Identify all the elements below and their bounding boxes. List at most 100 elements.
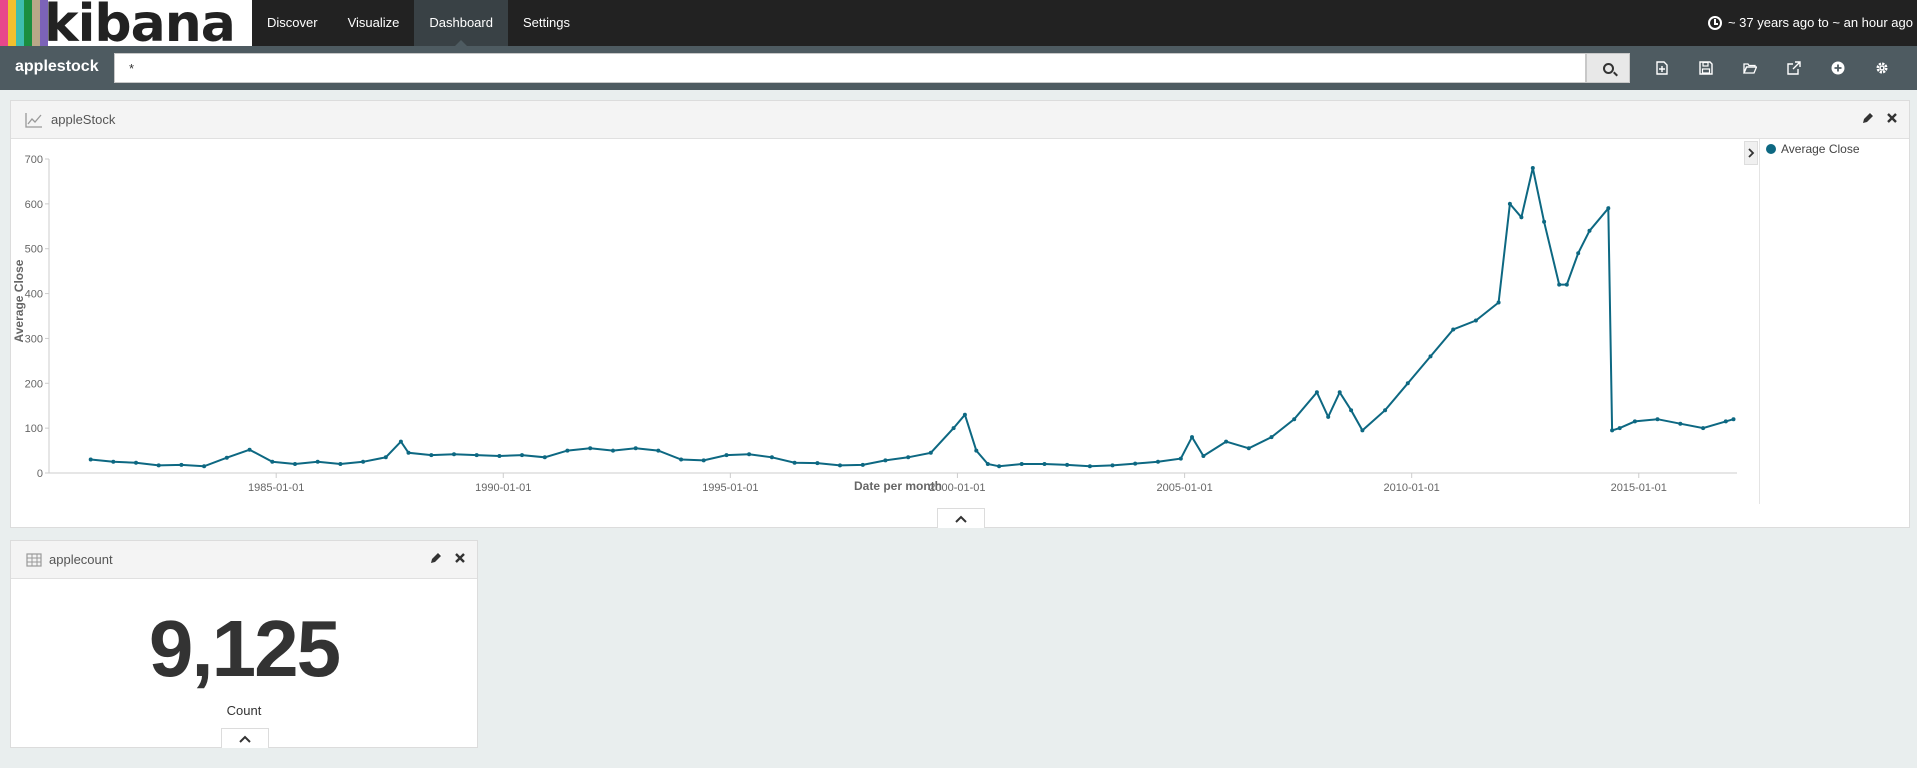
data-point [1701, 426, 1706, 431]
data-point [361, 459, 366, 464]
nav-dashboard[interactable]: Dashboard [414, 0, 508, 46]
x-axis: 1985-01-01 1990-01-01 1995-01-01 2000-01-01… [248, 473, 1667, 494]
data-point [1655, 417, 1660, 422]
data-point [1383, 408, 1388, 413]
open-dashboard-button[interactable] [1728, 53, 1772, 83]
data-point [1678, 421, 1683, 426]
data-point [224, 455, 229, 460]
panel-title: appleStock [51, 112, 116, 127]
panel-actions [1861, 111, 1899, 125]
data-point [1723, 419, 1728, 424]
data-point [656, 448, 661, 453]
query-bar: applestock [0, 46, 1917, 90]
data-point [429, 453, 434, 458]
edit-icon[interactable] [1861, 111, 1875, 125]
data-point [156, 463, 161, 468]
data-point [542, 455, 547, 460]
data-point [452, 452, 456, 457]
close-icon[interactable] [453, 551, 467, 565]
logo-stripes [0, 0, 48, 46]
data-point [270, 459, 275, 464]
options-button[interactable] [1860, 53, 1904, 83]
legend-toggle[interactable] [1744, 141, 1758, 165]
data-point [111, 459, 116, 464]
x-tick-label: 2015-01-01 [1611, 482, 1667, 494]
data-point [338, 462, 343, 466]
close-icon[interactable] [1885, 111, 1899, 125]
data-point [1428, 354, 1433, 359]
time-range-label: ~ 37 years ago to ~ an hour ago [1727, 15, 1913, 30]
data-point [179, 462, 184, 467]
data-point [1576, 251, 1581, 256]
y-tick-label: 200 [25, 378, 43, 390]
logo-stripe [8, 0, 16, 46]
data-point [906, 455, 911, 460]
data-point [815, 461, 820, 466]
series-line-average-close [90, 167, 1734, 468]
data-point [474, 453, 479, 458]
data-point [769, 455, 774, 460]
legend-dot [1766, 144, 1776, 154]
search-button[interactable] [1586, 53, 1630, 83]
data-point [1731, 417, 1736, 422]
data-point [1201, 454, 1206, 458]
data-point [747, 452, 752, 457]
panel-collapse-toggle[interactable] [937, 508, 985, 528]
search-input[interactable] [114, 53, 1586, 83]
chevron-right-icon [1748, 148, 1755, 158]
panel-collapse-toggle[interactable] [221, 728, 269, 748]
panel-actions [429, 551, 467, 565]
data-point [633, 446, 638, 451]
data-point [1110, 463, 1115, 468]
kibana-logo[interactable]: kibana [0, 0, 252, 46]
data-point [1042, 462, 1047, 466]
data-point [1632, 419, 1637, 424]
logo-stripe [24, 0, 32, 46]
data-point [88, 457, 93, 462]
x-tick-label: 2005-01-01 [1156, 482, 1212, 494]
logo-stripe [0, 0, 8, 46]
legend-label: Average Close [1781, 142, 1860, 156]
nav-settings[interactable]: Settings [508, 0, 585, 46]
dashboard-title: applestock [15, 58, 99, 75]
x-tick-label: 1995-01-01 [702, 482, 758, 494]
data-point [588, 446, 593, 451]
data-point [1530, 166, 1535, 170]
data-point [1156, 459, 1160, 464]
chevron-up-icon [239, 735, 251, 743]
data-point [1564, 282, 1569, 287]
data-point [1451, 327, 1456, 332]
new-dashboard-button[interactable] [1640, 53, 1684, 83]
data-point [928, 450, 933, 455]
share-dashboard-button[interactable] [1772, 53, 1816, 83]
add-panel-button[interactable] [1816, 53, 1860, 83]
line-chart-icon [25, 113, 42, 128]
data-point [293, 462, 297, 466]
dashboard-toolbar [1640, 53, 1904, 83]
data-point [611, 448, 615, 453]
data-point [997, 464, 1002, 469]
chart-grid [48, 159, 1737, 474]
clock-icon [1707, 16, 1722, 30]
data-point [962, 412, 967, 417]
y-tick-label: 300 [25, 333, 43, 345]
data-point [1019, 462, 1024, 466]
data-point [398, 439, 403, 444]
edit-icon[interactable] [429, 551, 443, 565]
data-point [1610, 428, 1615, 433]
data-point [1542, 219, 1547, 224]
data-point [883, 458, 888, 463]
x-tick-label: 2010-01-01 [1384, 482, 1440, 494]
line-chart: 0 100 200 300 400 500 600 700 1985-01-01 1990-01… [12, 154, 1737, 494]
legend-item-average-close[interactable]: Average Close [1766, 142, 1860, 156]
data-point [1133, 461, 1138, 466]
search-icon [1602, 62, 1614, 74]
data-point [951, 426, 956, 431]
logo-stripe [16, 0, 24, 46]
nav-discover[interactable]: Discover [252, 0, 333, 46]
nav-visualize[interactable]: Visualize [333, 0, 415, 46]
time-picker[interactable]: ~ 37 years ago to ~ an hour ago [1707, 0, 1913, 46]
folder-open-icon [1743, 63, 1757, 74]
save-dashboard-button[interactable] [1684, 53, 1728, 83]
data-point [1087, 464, 1092, 469]
